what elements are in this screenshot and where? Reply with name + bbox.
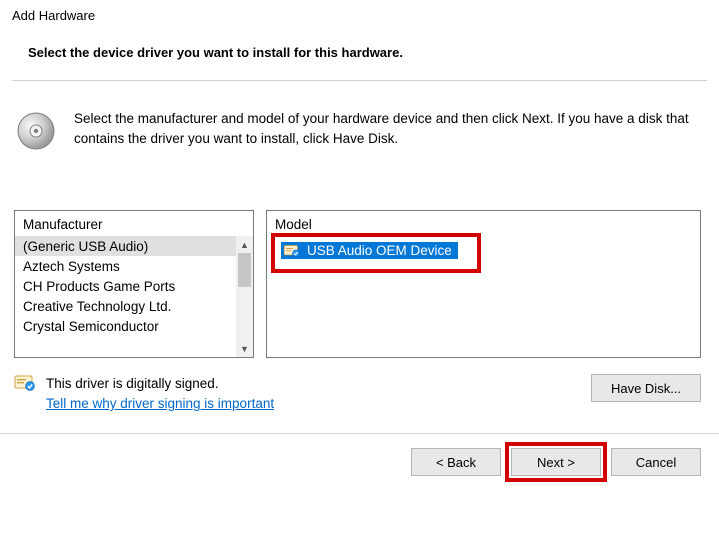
cancel-button[interactable]: Cancel [611,448,701,476]
back-button[interactable]: < Back [411,448,501,476]
manufacturer-item[interactable]: Creative Technology Ltd. [15,296,253,316]
scroll-down-arrow-icon[interactable]: ▼ [236,340,253,357]
signing-info-row: This driver is digitally signed. Tell me… [0,362,719,411]
divider [12,80,707,81]
manufacturer-item[interactable]: Aztech Systems [15,256,253,276]
signing-help-link[interactable]: Tell me why driver signing is important [14,396,274,411]
manufacturer-item[interactable]: CH Products Game Ports [15,276,253,296]
model-item[interactable]: USB Audio OEM Device [281,242,458,259]
lists-container: Manufacturer (Generic USB Audio)Aztech S… [0,158,719,362]
next-button[interactable]: Next > [511,448,601,476]
have-disk-wrap: Have Disk... [591,374,701,402]
manufacturer-items: (Generic USB Audio)Aztech SystemsCH Prod… [15,236,253,357]
info-row: Select the manufacturer and model of you… [0,95,719,158]
disc-icon [16,111,56,154]
info-text: Select the manufacturer and model of you… [74,109,701,148]
window-title: Add Hardware [12,8,707,23]
scrollbar[interactable]: ▲ ▼ [236,236,253,357]
model-header: Model [267,211,700,236]
signed-certificate-icon [14,374,36,392]
manufacturer-header: Manufacturer [15,211,253,236]
instruction-text: Select the device driver you want to ins… [12,45,707,60]
signing-status-text: This driver is digitally signed. [46,376,219,391]
model-items: USB Audio OEM Device [267,236,700,357]
signing-left: This driver is digitally signed. Tell me… [14,374,274,411]
scroll-up-arrow-icon[interactable]: ▲ [236,236,253,253]
signing-status: This driver is digitally signed. [14,374,274,392]
have-disk-button[interactable]: Have Disk... [591,374,701,402]
model-listbox[interactable]: Model USB Audio OEM Device [266,210,701,358]
scroll-track[interactable] [236,253,253,340]
add-hardware-dialog: Add Hardware Select the device driver yo… [0,0,719,557]
manufacturer-item[interactable]: Crystal Semiconductor [15,316,253,336]
scroll-thumb[interactable] [238,253,251,287]
dialog-footer: < Back Next > Cancel [0,434,719,490]
manufacturer-listbox[interactable]: Manufacturer (Generic USB Audio)Aztech S… [14,210,254,358]
dialog-header: Add Hardware Select the device driver yo… [0,0,719,95]
signed-certificate-icon [283,244,301,258]
model-item-label: USB Audio OEM Device [307,243,452,258]
manufacturer-item[interactable]: (Generic USB Audio) [15,236,253,256]
